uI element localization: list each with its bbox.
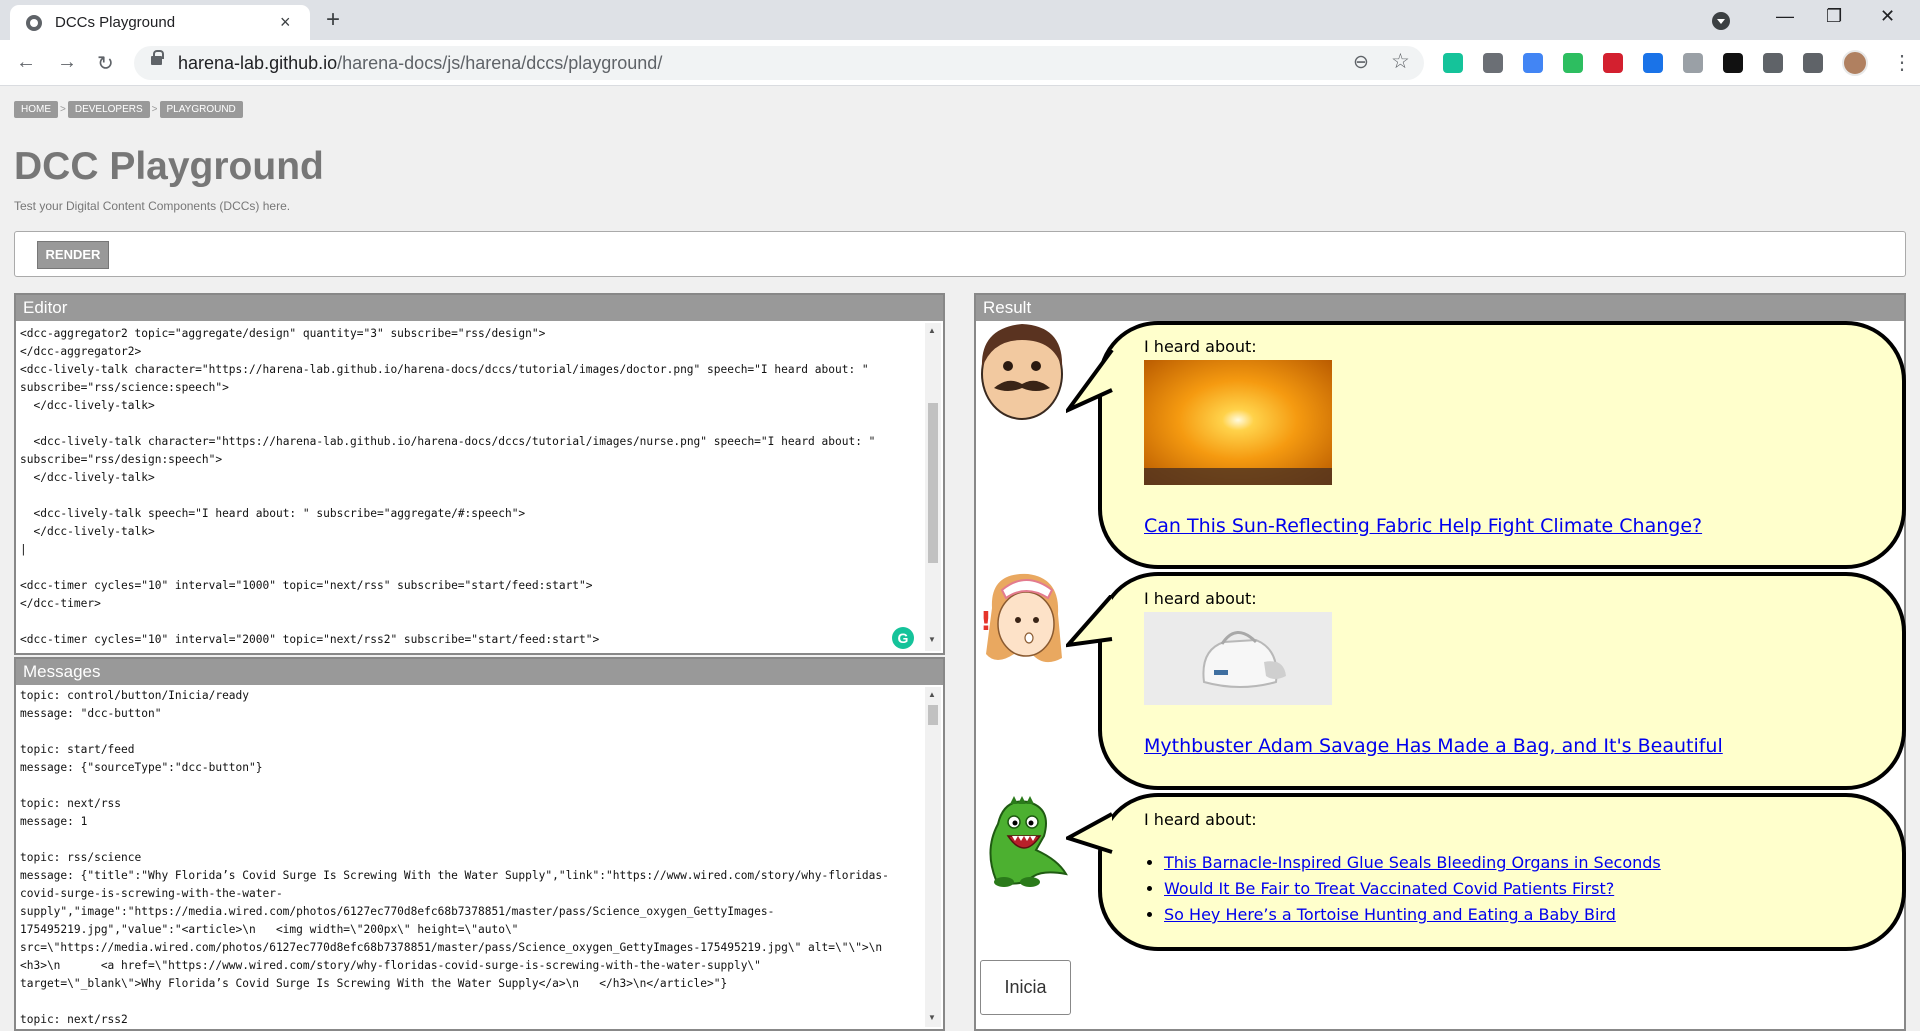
svg-text:!: ! bbox=[980, 607, 992, 637]
bag-image[interactable] bbox=[1144, 612, 1332, 705]
breadcrumb-separator: > bbox=[60, 104, 66, 115]
render-toolbar: RENDER bbox=[14, 231, 1906, 277]
doctor-avatar bbox=[981, 324, 1063, 420]
editor-panel: Editor <dcc-aggregator2 topic="aggregate… bbox=[14, 293, 945, 655]
page-subtitle: Test your Digital Content Components (DC… bbox=[14, 199, 291, 213]
tab-close-icon[interactable]: × bbox=[280, 12, 291, 33]
editor-textarea[interactable]: <dcc-aggregator2 topic="aggregate/design… bbox=[18, 325, 923, 651]
new-tab-icon[interactable]: + bbox=[326, 6, 340, 34]
messages-header: Messages bbox=[16, 659, 943, 685]
scroll-down-icon[interactable]: ▼ bbox=[928, 635, 936, 644]
bookmark-star-icon[interactable]: ☆ bbox=[1391, 49, 1410, 74]
shield-extension-icon[interactable] bbox=[1643, 53, 1663, 73]
profile-avatar[interactable] bbox=[1842, 50, 1868, 76]
news-link[interactable]: Would It Be Fair to Treat Vaccinated Cov… bbox=[1164, 879, 1614, 898]
breadcrumb: HOME > DEVELOPERS > PLAYGROUND bbox=[14, 101, 243, 118]
news-link[interactable]: This Barnacle-Inspired Glue Seals Bleedi… bbox=[1164, 853, 1661, 872]
tab-title: DCCs Playground bbox=[55, 14, 176, 31]
page-title: DCC Playground bbox=[14, 145, 324, 188]
list-item: This Barnacle-Inspired Glue Seals Bleedi… bbox=[1164, 850, 1661, 876]
browser-toolbar: ← → ↻ harena-lab.github.io/harena-docs/j… bbox=[0, 40, 1920, 86]
messages-scroll-thumb[interactable] bbox=[928, 705, 938, 725]
speech-label: I heard about: bbox=[1144, 810, 1257, 829]
translate-icon[interactable] bbox=[1523, 53, 1543, 73]
inicia-button[interactable]: Inicia bbox=[980, 960, 1071, 1015]
list-item: Would It Be Fair to Treat Vaccinated Cov… bbox=[1164, 876, 1661, 902]
menu-kebab-icon[interactable]: ⋮ bbox=[1892, 50, 1912, 75]
bubble-tail bbox=[1066, 595, 1114, 648]
list-item: So Hey Here’s a Tortoise Hunting and Eat… bbox=[1164, 902, 1661, 928]
breadcrumb-home[interactable]: HOME bbox=[14, 101, 58, 118]
sun-image[interactable] bbox=[1144, 360, 1332, 485]
reading-list-icon[interactable] bbox=[1803, 53, 1823, 73]
news-list: This Barnacle-Inspired Glue Seals Bleedi… bbox=[1144, 850, 1661, 928]
breadcrumb-playground[interactable]: PLAYGROUND bbox=[159, 101, 243, 118]
browser-tab[interactable]: DCCs Playground × bbox=[10, 5, 310, 40]
mendeley-icon[interactable] bbox=[1603, 53, 1623, 73]
url-path: /harena-docs/js/harena/dccs/playground/ bbox=[337, 53, 663, 73]
scroll-down-icon[interactable]: ▼ bbox=[928, 1013, 936, 1022]
address-bar[interactable]: harena-lab.github.io/harena-docs/js/hare… bbox=[134, 46, 1424, 80]
editor-header: Editor bbox=[16, 295, 943, 321]
news-link[interactable]: So Hey Here’s a Tortoise Hunting and Eat… bbox=[1164, 905, 1616, 924]
tab-strip: DCCs Playground × + — ❐ ✕ bbox=[0, 0, 1920, 40]
render-button[interactable]: RENDER bbox=[37, 241, 109, 269]
lock-icon[interactable] bbox=[151, 50, 164, 65]
scroll-up-icon[interactable]: ▲ bbox=[928, 326, 936, 335]
news-link[interactable]: Mythbuster Adam Savage Has Made a Bag, a… bbox=[1144, 735, 1723, 757]
camera-extension-icon[interactable] bbox=[1483, 53, 1503, 73]
forward-icon[interactable]: → bbox=[57, 51, 77, 74]
bubble-tail bbox=[1066, 350, 1114, 414]
speech-label: I heard about: bbox=[1144, 589, 1257, 608]
scroll-up-icon[interactable]: ▲ bbox=[928, 690, 936, 699]
tab-search-icon[interactable] bbox=[1712, 12, 1730, 30]
messages-log[interactable]: topic: control/button/Inicia/ready messa… bbox=[18, 687, 923, 1027]
speech-label: I heard about: bbox=[1144, 337, 1257, 356]
url-text[interactable]: harena-lab.github.io/harena-docs/js/hare… bbox=[178, 53, 662, 74]
globe-favicon-icon bbox=[26, 15, 42, 31]
bubble-tail bbox=[1066, 812, 1113, 854]
minimize-icon[interactable]: — bbox=[1776, 6, 1794, 27]
grammarly-icon[interactable]: G bbox=[892, 627, 914, 649]
window-close-icon[interactable]: ✕ bbox=[1880, 6, 1895, 27]
url-host: harena-lab.github.io bbox=[178, 53, 338, 73]
nurse-avatar: ! bbox=[980, 573, 1062, 663]
editor-scroll-thumb[interactable] bbox=[928, 403, 938, 563]
messages-scrollbar[interactable]: ▲ ▼ bbox=[925, 687, 941, 1027]
notion-icon[interactable] bbox=[1723, 53, 1743, 73]
breadcrumb-separator: > bbox=[151, 104, 158, 115]
back-icon[interactable]: ← bbox=[16, 51, 36, 74]
reload-icon[interactable]: ↻ bbox=[97, 51, 114, 76]
result-header: Result bbox=[976, 295, 1904, 321]
evernote-icon[interactable] bbox=[1563, 53, 1583, 73]
messages-panel: Messages topic: control/button/Inicia/re… bbox=[14, 657, 945, 1031]
news-link[interactable]: Can This Sun-Reflecting Fabric Help Figh… bbox=[1144, 515, 1702, 537]
dinosaur-avatar bbox=[989, 796, 1068, 887]
puzzle-extensions-icon[interactable] bbox=[1763, 53, 1783, 73]
breadcrumb-developers[interactable]: DEVELOPERS bbox=[67, 101, 150, 118]
zoom-icon[interactable]: ⊖ bbox=[1353, 51, 1369, 74]
grammarly-icon[interactable] bbox=[1443, 53, 1463, 73]
editor-scrollbar[interactable]: ▲ ▼ bbox=[925, 323, 941, 651]
restore-icon[interactable]: ❐ bbox=[1826, 6, 1842, 27]
document-extension-icon[interactable] bbox=[1683, 53, 1703, 73]
